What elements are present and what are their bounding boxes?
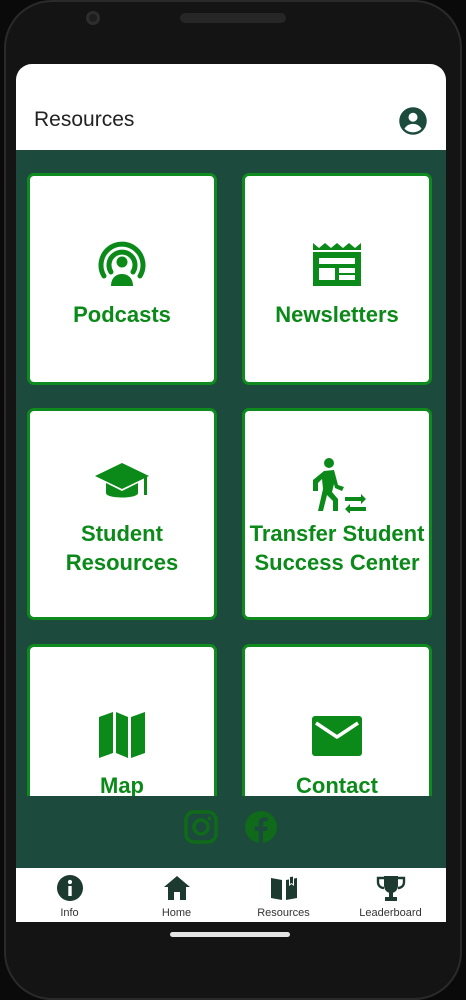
tile-podcasts[interactable]: Podcasts	[27, 173, 217, 385]
app-screen: Resources Podcasts Newsletters Student R…	[16, 64, 446, 922]
nav-item-leaderboard[interactable]: Leaderboard	[337, 868, 444, 922]
nav-item-info[interactable]: Info	[16, 868, 123, 922]
tile-label: Newsletters	[275, 302, 399, 327]
tile-label: Student Resources	[65, 521, 179, 575]
tile-contact[interactable]: Contact	[242, 644, 432, 796]
newspaper-icon	[313, 243, 361, 286]
nav-label: Resources	[257, 907, 310, 919]
nav-item-resources[interactable]: Resources	[230, 868, 337, 922]
book-icon	[270, 876, 297, 900]
earpiece-speaker	[180, 13, 286, 23]
tile-label: Map	[100, 773, 144, 796]
tile-student-resources[interactable]: Student Resources	[27, 408, 217, 620]
map-icon	[99, 712, 145, 758]
mail-icon	[312, 716, 362, 756]
tile-newsletters[interactable]: Newsletters	[242, 173, 432, 385]
graduation-cap-icon	[95, 463, 149, 498]
nav-label: Info	[60, 907, 79, 919]
instagram-icon[interactable]	[184, 810, 218, 844]
social-links-bar	[16, 796, 446, 868]
nav-label: Leaderboard	[359, 907, 422, 919]
tile-label: Contact	[296, 773, 378, 796]
tile-label: Podcasts	[73, 302, 171, 327]
trophy-icon	[376, 876, 405, 901]
tile-label: Transfer Student Success Center	[249, 521, 425, 575]
account-circle-icon[interactable]	[398, 106, 428, 136]
tile-transfer-student-success-center[interactable]: Transfer Student Success Center	[242, 408, 432, 620]
front-camera	[86, 11, 100, 25]
nav-label: Home	[161, 907, 192, 919]
phone-frame: Resources Podcasts Newsletters Student R…	[0, 0, 466, 1000]
bottom-navigation: Info Home Resources Leaderboard	[16, 868, 446, 922]
podcast-icon	[98, 241, 146, 286]
walking-transfer-icon	[313, 458, 366, 513]
resource-grid: Podcasts Newsletters Student Resources T…	[16, 150, 446, 796]
tile-map[interactable]: Map	[27, 644, 217, 796]
nav-item-home[interactable]: Home	[123, 868, 230, 922]
facebook-icon[interactable]	[244, 810, 278, 844]
page-title: Resources	[34, 108, 135, 131]
app-bar: Resources	[16, 64, 446, 150]
home-icon	[163, 876, 190, 900]
home-indicator[interactable]	[170, 932, 290, 937]
info-icon	[56, 875, 83, 901]
